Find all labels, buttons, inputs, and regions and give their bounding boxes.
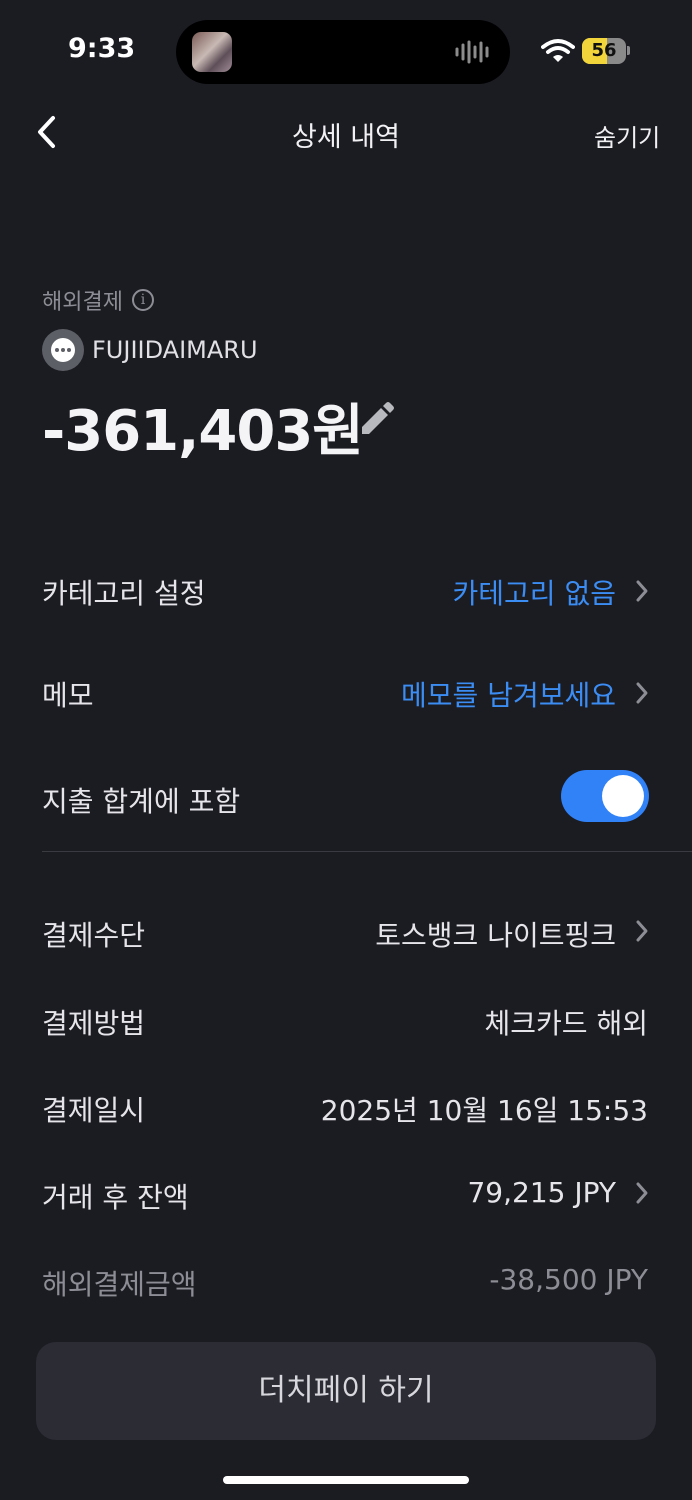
transaction-type-label: 해외결제: [42, 290, 123, 315]
payment-way-value: 체크카드 해외: [484, 1007, 648, 1040]
include-total-label: 지출 합계에 포함: [42, 785, 241, 818]
info-icon[interactable]: i: [131, 289, 154, 311]
transaction-amount: -361,403원: [42, 399, 364, 464]
merchant-row: FUJIIDAIMARU: [42, 329, 258, 371]
battery-percent: 56: [591, 40, 617, 61]
memo-value-link[interactable]: 메모를 남겨보세요: [401, 674, 616, 714]
chevron-right-icon[interactable]: [634, 578, 650, 604]
battery-nub: [627, 46, 630, 55]
chevron-right-icon[interactable]: [634, 1180, 650, 1206]
category-label: 카테고리 설정: [42, 577, 206, 610]
now-playing-artwork[interactable]: [192, 32, 232, 72]
dutch-pay-button[interactable]: 더치페이 하기: [36, 1342, 656, 1440]
section-divider: [42, 851, 692, 852]
payment-way-label: 결제방법: [42, 1007, 146, 1040]
foreign-amount-label: 해외결제금액: [42, 1268, 197, 1301]
payment-method-label: 결제수단: [42, 919, 146, 952]
chevron-right-icon[interactable]: [634, 918, 650, 944]
merchant-more-icon: [42, 329, 84, 371]
home-indicator: [223, 1476, 469, 1484]
balance-after-label: 거래 후 잔액: [42, 1181, 189, 1214]
toggle-knob: [602, 775, 644, 817]
payment-date-label: 결제일시: [42, 1094, 146, 1127]
status-time: 9:33: [68, 33, 136, 64]
include-total-toggle[interactable]: [561, 770, 649, 822]
edit-pencil-icon[interactable]: [356, 400, 396, 440]
transaction-type: 해외결제 i: [42, 284, 154, 316]
battery-icon: 56: [582, 38, 626, 64]
category-value-link[interactable]: 카테고리 없음: [453, 572, 616, 612]
foreign-amount-value: -38,500 JPY: [489, 1263, 648, 1296]
balance-after-value[interactable]: 79,215 JPY: [467, 1176, 616, 1209]
wifi-icon: [541, 39, 575, 62]
payment-date-value: 2025년 10월 16일 15:53: [320, 1094, 648, 1127]
merchant-name: FUJIIDAIMARU: [92, 336, 258, 364]
page-title: 상세 내역: [292, 122, 400, 153]
payment-method-value[interactable]: 토스뱅크 나이트핑크: [375, 914, 616, 954]
audio-waveform-icon: [455, 40, 489, 64]
hide-button[interactable]: 숨기기: [594, 118, 660, 153]
memo-label: 메모: [42, 679, 94, 712]
chevron-right-icon[interactable]: [634, 680, 650, 706]
